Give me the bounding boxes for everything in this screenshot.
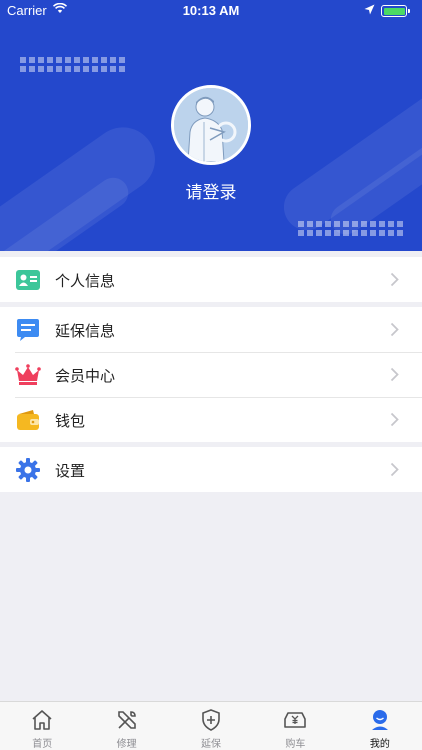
header-dot xyxy=(388,230,394,236)
header-dot xyxy=(334,230,340,236)
menu-item-label: 个人信息 xyxy=(55,272,116,290)
header-dot xyxy=(316,221,322,227)
header-dot-pattern xyxy=(20,57,125,72)
header-dot xyxy=(379,230,385,236)
header-dot xyxy=(74,66,80,72)
header-dot xyxy=(38,66,44,72)
crown-icon xyxy=(15,364,41,385)
chevron-right-icon xyxy=(390,462,399,477)
tab-label: 延保 xyxy=(201,739,222,750)
tab-home[interactable]: 首页 xyxy=(0,702,84,750)
header-dot xyxy=(20,57,26,63)
message-icon xyxy=(17,319,39,341)
tab-label: 购车 xyxy=(285,739,306,750)
id-card-icon xyxy=(16,270,40,290)
header-dot xyxy=(361,230,367,236)
header-dot xyxy=(325,230,331,236)
header-dot xyxy=(29,66,35,72)
menu-item-label: 延保信息 xyxy=(55,322,116,340)
tab-label: 修理 xyxy=(116,739,137,750)
battery-level xyxy=(383,7,405,15)
default-avatar-icon xyxy=(174,88,248,162)
header-dot xyxy=(352,230,358,236)
header-dot xyxy=(56,57,62,63)
login-prompt[interactable]: 请登录 xyxy=(0,178,422,203)
header-dot xyxy=(370,221,376,227)
shield-plus-icon xyxy=(202,709,220,731)
chevron-right-icon xyxy=(390,272,399,287)
tab-label: 我的 xyxy=(369,739,390,750)
header-dot xyxy=(397,221,403,227)
menu-item-member-center[interactable]: 会员中心 xyxy=(0,352,422,397)
home-icon xyxy=(32,710,52,730)
header-dot xyxy=(119,57,125,63)
tab-mine[interactable]: 我的 xyxy=(338,702,422,750)
header-dot xyxy=(92,66,98,72)
menu-group-settings: 设置 xyxy=(0,447,422,492)
chevron-right-icon xyxy=(390,322,399,337)
avatar[interactable] xyxy=(171,85,251,165)
header-dot xyxy=(110,66,116,72)
header-dot xyxy=(83,57,89,63)
header-dot xyxy=(20,66,26,72)
header-dot xyxy=(101,66,107,72)
header-dot xyxy=(307,230,313,236)
header-dot xyxy=(47,66,53,72)
header-dot xyxy=(83,66,89,72)
header-dot xyxy=(92,57,98,63)
menu-item-label: 会员中心 xyxy=(55,367,116,385)
header-dot-pattern xyxy=(298,221,403,236)
header-dot xyxy=(65,57,71,63)
header-dot xyxy=(388,221,394,227)
menu-item-label: 设置 xyxy=(55,462,86,480)
tab-bar: 首页 修理 延保 购车 我的 xyxy=(0,701,422,750)
profile-icon xyxy=(371,710,388,730)
header-dot xyxy=(74,57,80,63)
car-purchase-icon xyxy=(284,712,307,728)
header-dot xyxy=(47,57,53,63)
menu-group-services: 延保信息 会员中心 钱包 xyxy=(0,307,422,442)
header-dot xyxy=(29,57,35,63)
menu-item-label: 钱包 xyxy=(55,412,86,430)
header-dot xyxy=(379,221,385,227)
chevron-right-icon xyxy=(390,367,399,382)
header-dot xyxy=(56,66,62,72)
header-dot xyxy=(110,57,116,63)
location-arrow-icon xyxy=(364,4,375,15)
header-dot xyxy=(334,221,340,227)
tab-warranty[interactable]: 延保 xyxy=(169,702,253,750)
gear-icon xyxy=(16,458,40,482)
status-bar: Carrier 10:13 AM xyxy=(0,0,422,22)
header-dot xyxy=(325,221,331,227)
menu-item-personal-info[interactable]: 个人信息 xyxy=(0,257,422,302)
battery-nub xyxy=(408,9,410,13)
clock: 10:13 AM xyxy=(182,3,240,18)
header-dot xyxy=(298,230,304,236)
header-dot xyxy=(38,57,44,63)
header-dot xyxy=(343,230,349,236)
repair-tools-icon xyxy=(117,711,136,729)
header-dot xyxy=(119,66,125,72)
header-dot xyxy=(298,221,304,227)
header-dot xyxy=(316,230,322,236)
header-dot xyxy=(370,230,376,236)
header-dot xyxy=(397,230,403,236)
header-dot xyxy=(101,57,107,63)
header-dot xyxy=(307,221,313,227)
header-dot xyxy=(343,221,349,227)
header-dot xyxy=(352,221,358,227)
profile-header: Carrier 10:13 AM 请登录 xyxy=(0,0,422,251)
menu-group-personal: 个人信息 xyxy=(0,257,422,302)
wallet-icon xyxy=(17,410,39,430)
header-dot xyxy=(361,221,367,227)
tab-label: 首页 xyxy=(32,739,53,750)
tab-buy-car[interactable]: 购车 xyxy=(253,702,337,750)
menu-item-warranty-info[interactable]: 延保信息 xyxy=(0,307,422,352)
tab-repair[interactable]: 修理 xyxy=(84,702,168,750)
header-dot xyxy=(65,66,71,72)
menu-item-settings[interactable]: 设置 xyxy=(0,447,422,492)
menu-item-wallet[interactable]: 钱包 xyxy=(0,397,422,442)
battery-icon xyxy=(381,5,410,17)
chevron-right-icon xyxy=(390,412,399,427)
